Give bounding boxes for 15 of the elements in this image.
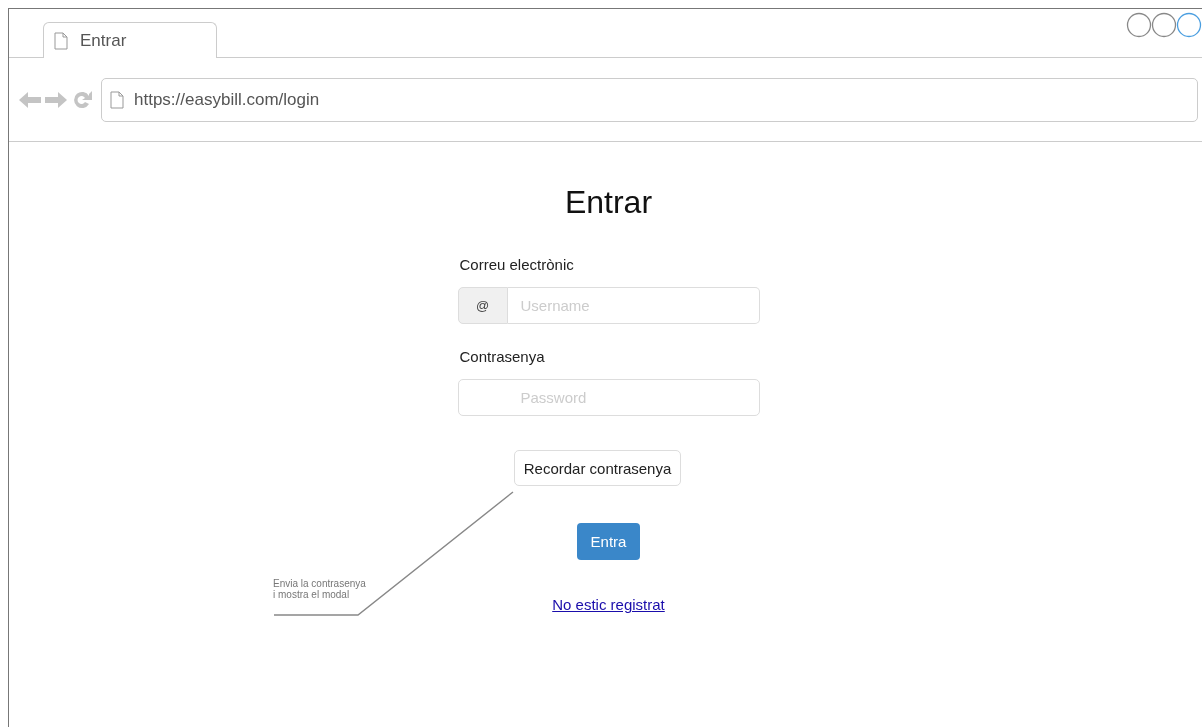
page-icon: [54, 31, 68, 50]
browser-tab[interactable]: Entrar: [43, 22, 217, 58]
annotation-note: Envia la contrasenya i mostra el modal: [273, 578, 366, 600]
submit-button[interactable]: Entra: [576, 523, 641, 560]
page-icon: [110, 90, 124, 109]
remind-password-button[interactable]: Recordar contrasenya: [513, 450, 682, 486]
forward-icon[interactable]: [45, 90, 67, 109]
window-controls-icon[interactable]: [1126, 12, 1202, 38]
field-label: Contrasenya: [458, 348, 546, 365]
input-addon: @: [457, 287, 508, 324]
field-label: Correu electrònic: [458, 256, 575, 273]
register-link[interactable]: No estic registrat: [552, 596, 665, 613]
back-icon[interactable]: [19, 90, 41, 109]
address-bar[interactable]: https://easybill.com/login: [101, 77, 1198, 122]
page-title: Entrar: [564, 184, 653, 221]
